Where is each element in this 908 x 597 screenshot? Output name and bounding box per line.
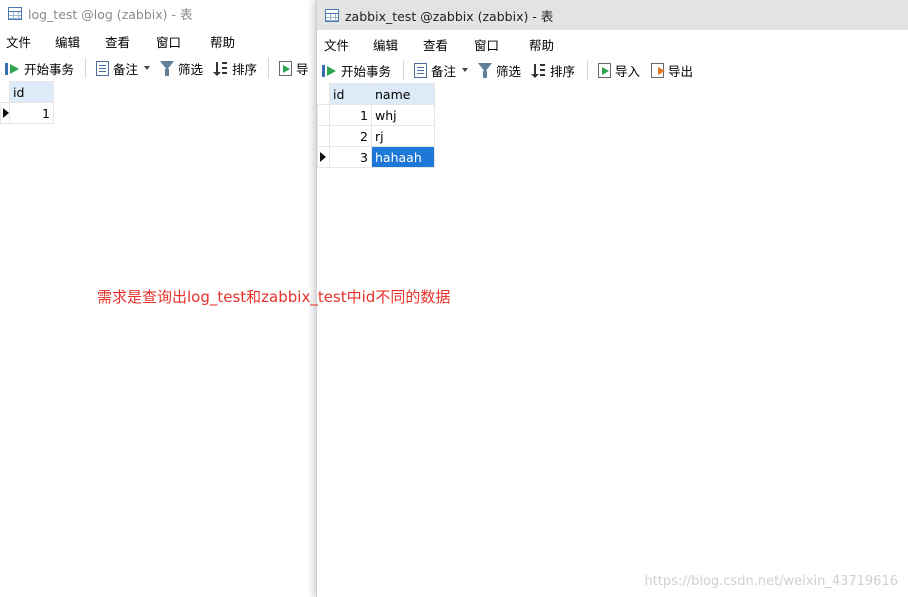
begin-transaction-label: 开始事务 [24, 61, 75, 77]
export-label: 导出 [668, 63, 694, 79]
cell-id[interactable]: 2 [329, 125, 372, 147]
menu-view[interactable]: 查看 [423, 35, 448, 54]
memo-button[interactable]: 备注 [96, 57, 151, 79]
import-button[interactable]: 导 [279, 57, 309, 79]
menu-edit[interactable]: 编辑 [55, 32, 80, 51]
sort-label: 排序 [232, 61, 258, 77]
cell-id[interactable]: 1 [329, 104, 372, 126]
import-label: 导 [296, 61, 309, 77]
row-header[interactable] [0, 102, 10, 124]
menu-window[interactable]: 窗口 [474, 35, 499, 54]
requirement-note: 需求是查询出log_test和zabbix_test中id不同的数据 [97, 288, 451, 306]
sort-icon [531, 62, 546, 78]
column-header-id[interactable]: id [9, 81, 54, 103]
export-icon [651, 62, 665, 78]
menu-view[interactable]: 查看 [105, 32, 130, 51]
table-row[interactable]: 2 rj [317, 125, 435, 147]
menu-bar: 文件 编辑 查看 窗口 帮助 [0, 30, 318, 52]
menu-bar: 文件 编辑 查看 窗口 帮助 [317, 33, 908, 55]
memo-label: 备注 [431, 63, 457, 79]
table-row[interactable]: 3 hahaah [317, 146, 435, 168]
memo-label: 备注 [113, 61, 139, 77]
data-grid: id 1 [0, 81, 54, 124]
window-title: log_test @log (zabbix) - 表 [28, 6, 193, 22]
begin-transaction-button[interactable]: 开始事务 [322, 59, 391, 81]
filter-label: 筛选 [496, 63, 522, 79]
column-header-name[interactable]: name [371, 83, 435, 105]
menu-help[interactable]: 帮助 [529, 35, 554, 54]
toolbar: 开始事务 备注 筛选 排序 导 [0, 55, 318, 81]
filter-button[interactable]: 筛选 [478, 59, 521, 81]
memo-button[interactable]: 备注 [414, 59, 469, 81]
begin-transaction-icon [5, 60, 20, 76]
filter-label: 筛选 [178, 61, 204, 77]
cell-name-selected[interactable]: hahaah [371, 146, 435, 168]
row-pointer-icon [320, 152, 326, 162]
title-bar[interactable]: zabbix_test @zabbix (zabbix) - 表 [317, 0, 908, 30]
memo-icon [414, 62, 427, 78]
sort-button[interactable]: 排序 [213, 57, 257, 79]
begin-transaction-icon [322, 62, 337, 78]
menu-file[interactable]: 文件 [324, 35, 349, 54]
filter-icon [478, 62, 492, 78]
row-pointer-icon [3, 108, 9, 118]
menu-help[interactable]: 帮助 [210, 32, 235, 51]
menu-window[interactable]: 窗口 [156, 32, 181, 51]
cell-name[interactable]: rj [371, 125, 435, 147]
export-button[interactable]: 导出 [651, 59, 693, 81]
import-label: 导入 [615, 63, 641, 79]
chevron-down-icon[interactable] [462, 68, 469, 72]
toolbar-divider [268, 58, 269, 78]
toolbar-divider [85, 58, 86, 78]
data-grid: id name 1 whj 2 rj 3 hahaah [317, 83, 435, 168]
toolbar-divider [403, 60, 404, 80]
import-icon [279, 60, 292, 76]
toolbar-divider [587, 60, 588, 80]
menu-file[interactable]: 文件 [6, 32, 31, 51]
table-row[interactable]: 1 whj [317, 104, 435, 126]
cell-id[interactable]: 3 [329, 146, 372, 168]
import-button[interactable]: 导入 [598, 59, 640, 81]
toolbar: 开始事务 备注 筛选 排序 导入 导出 [317, 57, 908, 83]
sort-label: 排序 [550, 63, 576, 79]
window-title: zabbix_test @zabbix (zabbix) - 表 [345, 8, 554, 24]
chevron-down-icon[interactable] [144, 66, 151, 70]
column-header-id[interactable]: id [329, 83, 372, 105]
table-icon [325, 8, 339, 22]
import-icon [598, 62, 611, 78]
corner-cell [317, 83, 330, 105]
sort-button[interactable]: 排序 [531, 59, 575, 81]
table-row[interactable]: 1 [0, 102, 54, 124]
menu-edit[interactable]: 编辑 [373, 35, 398, 54]
title-bar[interactable]: log_test @log (zabbix) - 表 [0, 0, 318, 26]
memo-icon [96, 60, 109, 76]
table-icon [8, 6, 22, 20]
sort-icon [213, 60, 228, 76]
begin-transaction-button[interactable]: 开始事务 [5, 57, 74, 79]
row-header[interactable] [317, 125, 330, 147]
begin-transaction-label: 开始事务 [341, 63, 392, 79]
filter-icon [160, 60, 174, 76]
cell-name[interactable]: whj [371, 104, 435, 126]
row-header[interactable] [317, 146, 330, 168]
corner-cell [0, 81, 10, 103]
row-header[interactable] [317, 104, 330, 126]
filter-button[interactable]: 筛选 [160, 57, 203, 79]
watermark: https://blog.csdn.net/weixin_43719616 [644, 574, 898, 589]
cell-id[interactable]: 1 [9, 102, 54, 124]
